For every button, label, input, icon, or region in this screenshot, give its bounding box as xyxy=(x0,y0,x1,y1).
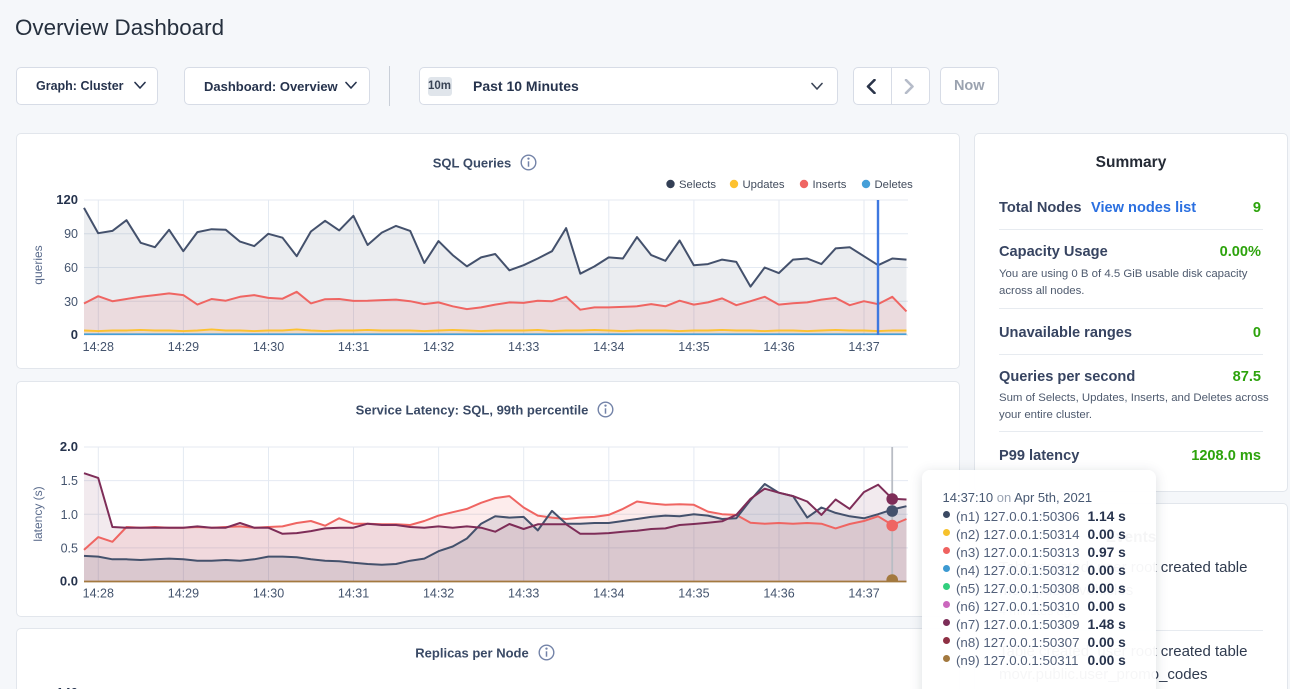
svg-text:0.0: 0.0 xyxy=(60,573,78,588)
svg-text:14:28: 14:28 xyxy=(83,586,114,600)
svg-text:14:30: 14:30 xyxy=(253,586,284,600)
svg-text:14:35: 14:35 xyxy=(678,340,709,354)
svg-text:120: 120 xyxy=(56,192,78,207)
svg-text:14:32: 14:32 xyxy=(423,586,454,600)
svg-text:14:36: 14:36 xyxy=(763,586,794,600)
svg-text:60: 60 xyxy=(64,261,78,275)
svg-text:0.5: 0.5 xyxy=(61,541,78,555)
svg-text:14:30: 14:30 xyxy=(253,340,284,354)
svg-text:1.5: 1.5 xyxy=(61,474,78,488)
svg-text:30: 30 xyxy=(64,295,78,309)
svg-text:14:36: 14:36 xyxy=(763,340,794,354)
svg-text:queries: queries xyxy=(31,245,45,284)
svg-text:14:33: 14:33 xyxy=(508,586,539,600)
svg-text:14:28: 14:28 xyxy=(83,340,114,354)
svg-text:14:33: 14:33 xyxy=(508,340,539,354)
svg-text:14:34: 14:34 xyxy=(593,340,624,354)
svg-text:14:29: 14:29 xyxy=(168,586,199,600)
svg-text:14:31: 14:31 xyxy=(338,340,369,354)
svg-text:140: 140 xyxy=(56,685,78,689)
svg-text:14:29: 14:29 xyxy=(168,340,199,354)
svg-text:14:34: 14:34 xyxy=(593,586,624,600)
svg-text:latency (s): latency (s) xyxy=(31,486,45,541)
svg-text:Updates: Updates xyxy=(743,179,785,191)
svg-text:Inserts: Inserts xyxy=(813,179,847,191)
svg-text:Deletes: Deletes xyxy=(875,179,914,191)
svg-text:14:31: 14:31 xyxy=(338,586,369,600)
svg-text:90: 90 xyxy=(64,227,78,241)
svg-text:0: 0 xyxy=(71,327,78,342)
svg-text:14:35: 14:35 xyxy=(678,586,709,600)
svg-text:14:37: 14:37 xyxy=(848,586,879,600)
svg-text:2.0: 2.0 xyxy=(60,439,78,454)
svg-text:14:37: 14:37 xyxy=(848,340,879,354)
svg-text:14:32: 14:32 xyxy=(423,340,454,354)
svg-text:1.0: 1.0 xyxy=(61,507,78,521)
svg-text:Selects: Selects xyxy=(679,179,716,191)
